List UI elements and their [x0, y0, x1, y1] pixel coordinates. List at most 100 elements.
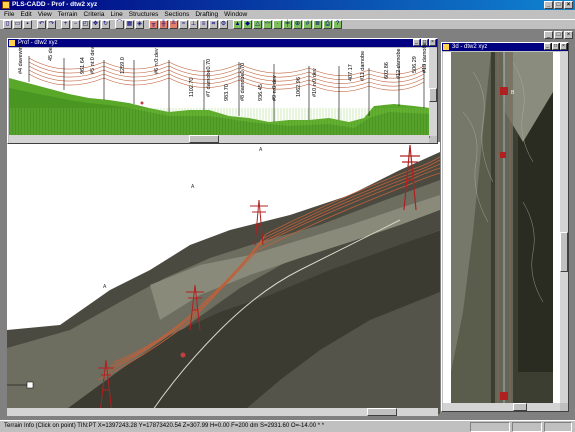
- plan-structure-marker[interactable]: [500, 87, 508, 95]
- feature-code-icon[interactable]: ◆: [243, 20, 252, 29]
- layers-icon[interactable]: ≣: [313, 20, 322, 29]
- menu-line[interactable]: Line: [111, 10, 123, 19]
- mdi-minimize-button[interactable]: _: [544, 31, 553, 39]
- plan-structure-marker[interactable]: [500, 392, 508, 400]
- zoom-window-icon[interactable]: ◰: [81, 20, 90, 29]
- redo-icon[interactable]: ↷: [47, 20, 56, 29]
- plan-window[interactable]: 3d - dtw2 xyz _ □ × B: [441, 42, 569, 412]
- print-icon[interactable]: ⎙: [323, 20, 332, 29]
- profile-window[interactable]: Prof - dtw2 xyz _ □ × #4 davewine 45 de …: [7, 38, 438, 144]
- status-pane: [470, 422, 510, 432]
- move-structure-icon[interactable]: ╫: [159, 20, 168, 29]
- profile-scroll-thumb[interactable]: [429, 88, 437, 102]
- axis-indicator-icon: [26, 381, 34, 389]
- mdi-close-button[interactable]: ×: [564, 31, 573, 39]
- profile-window-title: Prof - dtw2 xyz _ □ ×: [8, 39, 437, 47]
- delete-structure-icon[interactable]: ╨: [169, 20, 178, 29]
- toolbar-separator: [33, 20, 36, 29]
- zoom-in-icon[interactable]: +: [61, 20, 70, 29]
- profile-label: #13 damobe: [422, 42, 428, 73]
- status-pane: [544, 422, 572, 432]
- toolbar-separator: [57, 20, 60, 29]
- selected-point-marker[interactable]: [180, 352, 186, 358]
- plan-close-button[interactable]: ×: [560, 43, 567, 50]
- optimize-icon[interactable]: ⚙: [219, 20, 228, 29]
- mdi-controls: _ □ ×: [544, 31, 573, 39]
- plan-view[interactable]: B: [443, 52, 560, 404]
- menu-sections[interactable]: Sections: [164, 10, 189, 19]
- 3d-hscroll-thumb[interactable]: [367, 408, 397, 416]
- profile-vertical-scrollbar[interactable]: [429, 48, 437, 136]
- tin-icon[interactable]: △: [253, 20, 262, 29]
- sag-tension-icon[interactable]: ≈: [179, 20, 188, 29]
- plan-maximize-button[interactable]: □: [552, 43, 559, 50]
- redraw-icon[interactable]: ↻: [101, 20, 110, 29]
- view-profile-icon[interactable]: ⌒: [115, 20, 124, 29]
- profile-label: #7 damobe0.70: [206, 58, 212, 97]
- mdi-restore-button[interactable]: □: [554, 31, 563, 39]
- menu-terrain[interactable]: Terrain: [58, 10, 78, 19]
- profile-label: 983.70: [224, 84, 230, 101]
- app-title: PLS-CADD - Prof - dtw2 xyz: [12, 1, 98, 8]
- profile-close-button[interactable]: ×: [429, 39, 436, 46]
- grid-icon[interactable]: #: [303, 20, 312, 29]
- xyz-icon[interactable]: ⊕: [293, 20, 302, 29]
- menu-criteria[interactable]: Criteria: [84, 10, 105, 19]
- terrain-icon[interactable]: ▲: [233, 20, 242, 29]
- close-button[interactable]: ×: [564, 1, 573, 9]
- plan-horizontal-scrollbar[interactable]: [443, 403, 560, 411]
- menu-structures[interactable]: Structures: [129, 10, 159, 19]
- profile-label: #5 nt:0 dev: [90, 46, 96, 74]
- point-icon[interactable]: ·: [273, 20, 282, 29]
- save-icon[interactable]: ▪: [23, 20, 32, 29]
- new-file-icon[interactable]: ▯: [3, 20, 12, 29]
- view-3d-icon[interactable]: ◈: [135, 20, 144, 29]
- profile-minimize-button[interactable]: _: [413, 39, 420, 46]
- 3d-horizontal-scrollbar[interactable]: [7, 408, 438, 416]
- window-icon: [443, 44, 449, 50]
- plan-hscroll-thumb[interactable]: [513, 403, 527, 411]
- graph-icon[interactable]: ⌗: [209, 20, 218, 29]
- menu-view[interactable]: View: [38, 10, 52, 19]
- section-icon[interactable]: ╪: [283, 20, 292, 29]
- contour-icon[interactable]: 〰: [263, 20, 272, 29]
- plan-scroll-thumb[interactable]: [560, 232, 568, 272]
- profile-label: #4 davewine: [18, 43, 24, 74]
- profile-view[interactable]: [9, 48, 430, 138]
- toolbar: ▯ ▭ ▪ ↶ ↷ + − ◰ ✥ ↻ ⌒ ▦ ◈ ╥ ╫ ╨ ≈ ⊥ ≡ ⌗ …: [0, 19, 575, 30]
- plan-minimize-button[interactable]: _: [544, 43, 551, 50]
- maximize-button[interactable]: □: [554, 1, 563, 9]
- profile-hscroll-thumb[interactable]: [189, 135, 219, 143]
- menu-window[interactable]: Window: [224, 10, 247, 19]
- clearance-icon[interactable]: ⊥: [189, 20, 198, 29]
- profile-horizontal-scrollbar[interactable]: [9, 135, 429, 143]
- profile-label: 602.86: [384, 62, 390, 79]
- pan-icon[interactable]: ✥: [91, 20, 100, 29]
- menu-bar: File Edit View Terrain Criteria Line Str…: [0, 10, 575, 19]
- status-bar: Terrain Info (Click on point) TIN:PT X=1…: [0, 420, 575, 432]
- help-icon[interactable]: ?: [333, 20, 342, 29]
- profile-label: #6 n:0:dev: [154, 48, 160, 74]
- profile-label: 506.29: [412, 56, 418, 73]
- menu-drafting[interactable]: Drafting: [195, 10, 218, 19]
- profile-label: 1062.96: [296, 77, 302, 97]
- minimize-button[interactable]: _: [544, 1, 553, 9]
- profile-label: 961.64: [80, 57, 86, 74]
- app-title-bar: PLS-CADD - Prof - dtw2 xyz _ □ ×: [0, 0, 575, 10]
- menu-file[interactable]: File: [4, 10, 14, 19]
- add-structure-icon[interactable]: ╥: [149, 20, 158, 29]
- plan-vertical-scrollbar[interactable]: [560, 52, 568, 403]
- window-icon: [9, 40, 15, 46]
- open-folder-icon[interactable]: ▭: [13, 20, 22, 29]
- menu-edit[interactable]: Edit: [20, 10, 31, 19]
- view-plan-icon[interactable]: ▦: [125, 20, 134, 29]
- profile-label: 936.45: [258, 84, 264, 101]
- profile-label: 1102.70: [189, 77, 195, 97]
- zoom-out-icon[interactable]: −: [71, 20, 80, 29]
- profile-label: #9 n:0 dev: [272, 75, 278, 101]
- profile-label: #11 damobe: [360, 50, 366, 81]
- app-window: PLS-CADD - Prof - dtw2 xyz _ □ × File Ed…: [0, 0, 575, 432]
- report-icon[interactable]: ≡: [199, 20, 208, 29]
- undo-icon[interactable]: ↶: [37, 20, 46, 29]
- plan-structure-marker[interactable]: [500, 152, 506, 158]
